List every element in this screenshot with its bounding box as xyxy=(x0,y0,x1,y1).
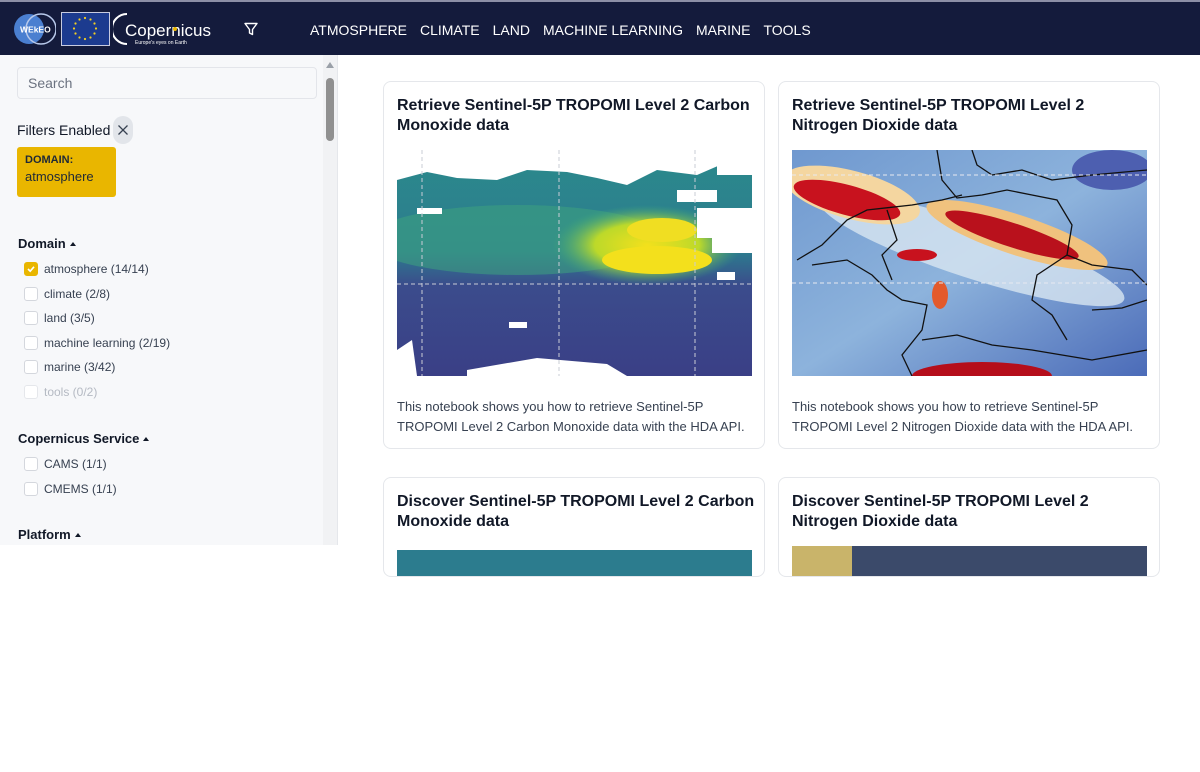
section-platform-title: Platform xyxy=(18,527,71,542)
option-tools: tools (0/2) xyxy=(24,385,97,399)
section-copernicus-service-toggle[interactable]: Copernicus Service xyxy=(18,431,150,446)
checkbox-land[interactable] xyxy=(24,311,38,325)
checkbox-marine[interactable] xyxy=(24,360,38,374)
clear-filters-button[interactable] xyxy=(113,116,134,144)
option-label: atmosphere (14/14) xyxy=(44,262,149,276)
card-title[interactable]: Discover Sentinel-5P TROPOMI Level 2 Nit… xyxy=(792,492,1152,532)
option-label: climate (2/8) xyxy=(44,287,111,301)
active-filter-chip[interactable]: DOMAIN: atmosphere xyxy=(17,147,116,197)
wekeo-logo-text: WEkEO xyxy=(20,25,51,35)
option-cams[interactable]: CAMS (1/1) xyxy=(24,457,107,471)
notebook-card[interactable]: Retrieve Sentinel-5P TROPOMI Level 2 Nit… xyxy=(778,81,1160,449)
nitrogen-dioxide-map-image xyxy=(792,150,1147,376)
option-marine[interactable]: marine (3/42) xyxy=(24,360,115,374)
nav-atmosphere[interactable]: ATMOSPHERE xyxy=(310,22,407,38)
option-cmems[interactable]: CMEMS (1/1) xyxy=(24,482,117,496)
checkbox-machine-learning[interactable] xyxy=(24,336,38,350)
caret-up-icon xyxy=(143,436,150,441)
option-label: CAMS (1/1) xyxy=(44,457,107,471)
nav-machine-learning[interactable]: MACHINE LEARNING xyxy=(543,22,683,38)
filter-sidebar: Filters Enabled DOMAIN: atmosphere Domai… xyxy=(0,55,338,545)
caret-up-icon xyxy=(69,241,76,246)
carbon-monoxide-map-image xyxy=(397,546,752,772)
option-machine-learning[interactable]: machine learning (2/19) xyxy=(24,336,170,350)
active-filter-key: DOMAIN: xyxy=(25,154,74,166)
section-copernicus-service-title: Copernicus Service xyxy=(18,431,140,446)
notebook-card[interactable]: Discover Sentinel-5P TROPOMI Level 2 Nit… xyxy=(778,477,1160,577)
option-climate[interactable]: climate (2/8) xyxy=(24,287,110,301)
copernicus-logo-text: Copernicus xyxy=(125,21,211,40)
nav-land[interactable]: LAND xyxy=(493,22,530,38)
card-title[interactable]: Retrieve Sentinel-5P TROPOMI Level 2 Nit… xyxy=(792,96,1152,136)
section-domain-title: Domain xyxy=(18,236,66,251)
card-title[interactable]: Retrieve Sentinel-5P TROPOMI Level 2 Car… xyxy=(397,96,757,136)
option-label: land (3/5) xyxy=(44,311,95,325)
section-domain-toggle[interactable]: Domain xyxy=(18,236,76,251)
option-label: tools (0/2) xyxy=(44,385,98,399)
copernicus-tagline: Europe's eyes on Earth xyxy=(135,40,187,46)
notebook-card[interactable]: Retrieve Sentinel-5P TROPOMI Level 2 Car… xyxy=(383,81,765,449)
card-title[interactable]: Discover Sentinel-5P TROPOMI Level 2 Car… xyxy=(397,492,757,532)
caret-up-icon xyxy=(74,532,81,537)
search-input[interactable] xyxy=(17,67,317,99)
eu-flag-logo xyxy=(61,12,110,46)
wekeo-logo[interactable]: WEkEO xyxy=(14,12,56,46)
checkbox-climate[interactable] xyxy=(24,287,38,301)
option-label: marine (3/42) xyxy=(44,360,116,374)
filters-enabled: Filters Enabled xyxy=(17,116,134,144)
option-label: CMEMS (1/1) xyxy=(44,482,117,496)
nav-climate[interactable]: CLIMATE xyxy=(420,22,480,38)
top-navbar: WEkEO Copernicus Europe's eyes on Earth … xyxy=(0,0,1200,55)
filters-enabled-label: Filters Enabled xyxy=(17,122,111,138)
copernicus-logo[interactable]: Copernicus Europe's eyes on Earth xyxy=(113,11,233,47)
checkbox-cams[interactable] xyxy=(24,457,38,471)
checkbox-cmems[interactable] xyxy=(24,482,38,496)
option-label: machine learning (2/19) xyxy=(44,336,171,350)
filter-icon[interactable] xyxy=(243,21,259,37)
scroll-up-arrow-icon[interactable] xyxy=(326,62,334,68)
scrollbar-thumb[interactable] xyxy=(326,78,334,141)
check-icon xyxy=(27,266,35,273)
active-filter-value: atmosphere xyxy=(25,169,94,184)
carbon-monoxide-map-image xyxy=(397,150,752,376)
nav-tools[interactable]: TOOLS xyxy=(763,22,810,38)
option-atmosphere[interactable]: atmosphere (14/14) xyxy=(24,262,149,276)
checkbox-tools xyxy=(24,385,38,399)
notebook-card[interactable]: Discover Sentinel-5P TROPOMI Level 2 Car… xyxy=(383,477,765,577)
close-icon xyxy=(118,125,129,135)
card-description: This notebook shows you how to retrieve … xyxy=(792,399,1134,434)
option-land[interactable]: land (3/5) xyxy=(24,311,95,325)
card-description: This notebook shows you how to retrieve … xyxy=(397,399,745,434)
checkbox-atmosphere[interactable] xyxy=(24,262,38,276)
nitrogen-dioxide-map-image xyxy=(792,546,1147,772)
nav-marine[interactable]: MARINE xyxy=(696,22,750,38)
section-platform-toggle[interactable]: Platform xyxy=(18,527,81,542)
main-nav: ATMOSPHERE CLIMATE LAND MACHINE LEARNING… xyxy=(310,2,811,57)
